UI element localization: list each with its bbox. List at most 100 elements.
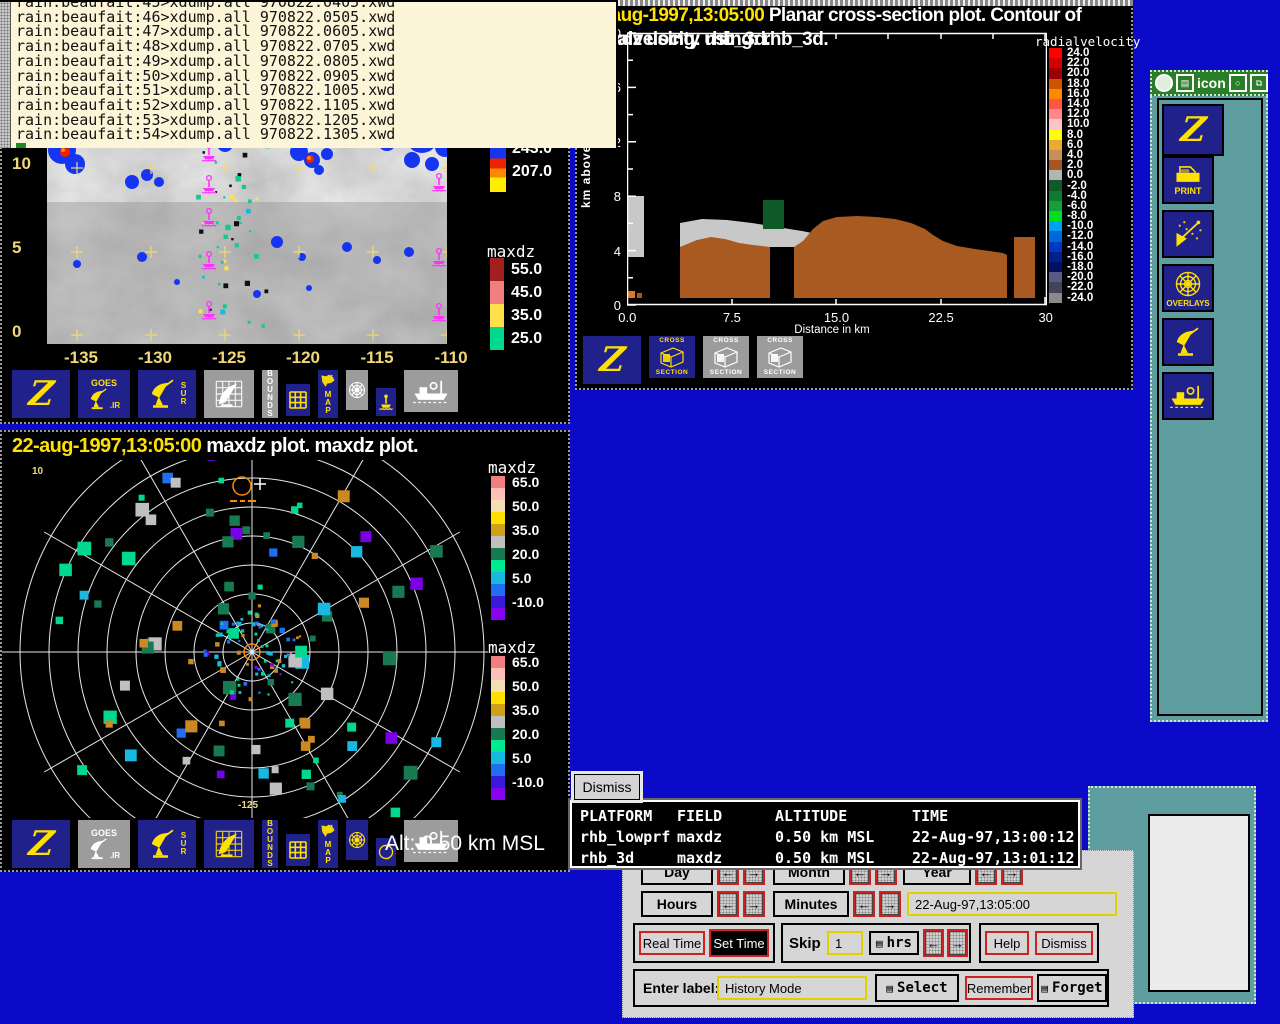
window-menu-button[interactable]: [1155, 74, 1173, 92]
xsec-toolbar: ZCROSSSECTIONCROSSSECTIONCROSSSECTION: [581, 334, 809, 386]
minutes-increment-button[interactable]: →: [879, 891, 901, 917]
grid-label: 10: [32, 466, 44, 477]
list-item: -120: [285, 348, 321, 367]
table-row: rhb_lowprf maxdz 0.50 km MSL 22-Aug-97,13:0…: [580, 828, 1075, 846]
grid-label: -125: [238, 800, 258, 811]
colorbar-entry: 25.0: [490, 327, 542, 350]
terminal-window[interactable]: rain:beaufait:45>xdump.all 970822.0405.x…: [0, 0, 618, 148]
colorbar-entry: 50.0: [491, 678, 544, 694]
grid-button[interactable]: [284, 382, 312, 418]
datetime-field[interactable]: 22-Aug-97,13:05:00: [907, 892, 1117, 916]
ir-toolbar: Z GOES .IR S U R B O U N D S M A P: [10, 368, 464, 420]
colorbar: 24.0 22.0 20.0 18.0 16.0 14.0 12.0 10.0 8.0 6.0 4.…: [1049, 47, 1093, 304]
colorbar-entry: 45.0: [490, 281, 542, 304]
hours-decrement-button[interactable]: ←: [717, 891, 739, 917]
bounds-button[interactable]: BOUNDS: [260, 368, 280, 420]
zebra-logo-button[interactable]: Z: [10, 818, 72, 870]
forget-menu[interactable]: ▤ Forget: [1037, 974, 1107, 1002]
select-menu[interactable]: ▤ Select: [875, 974, 959, 1002]
cross-section-button[interactable]: CROSSSECTION: [701, 334, 751, 380]
goes-ir-button[interactable]: GOES .IR: [76, 368, 132, 420]
skip-units-menu[interactable]: ▤ hrs: [869, 931, 919, 955]
colorbar-entry: 65.0: [491, 474, 544, 490]
rhi-scan-button[interactable]: [202, 368, 256, 420]
terminal-scrollbar[interactable]: [0, 2, 11, 148]
rhi-scan-button[interactable]: [202, 818, 256, 870]
hours-increment-button[interactable]: →: [743, 891, 765, 917]
overlays-button[interactable]: OVERLAYS: [1162, 264, 1214, 312]
colorbar-entry: 35.0: [491, 522, 544, 538]
window-border-strip: [575, 0, 1133, 6]
zebra-logo-button[interactable]: Z: [10, 368, 72, 420]
minutes-decrement-button[interactable]: ←: [853, 891, 875, 917]
map-button[interactable]: MAP: [316, 818, 340, 870]
ship-button[interactable]: [402, 368, 460, 414]
title-text: Planar cross-section plot. Contour of: [764, 5, 1082, 26]
altitude-label: Alt: 0.50 km MSL: [385, 832, 545, 855]
list-item: -135: [63, 348, 99, 367]
time-control-window: Day ← → Month ← → Year ← → Hours ← → Min…: [622, 850, 1134, 1018]
list-item: rain:beaufait:54>xdump.all 970822.1305.x…: [16, 125, 396, 144]
dismiss-button[interactable]: Dismiss: [1035, 931, 1093, 955]
ppi-radar-plot[interactable]: 10 -125: [2, 460, 488, 818]
icon-window-titlebar[interactable]: ▤ icon ○ ⧉: [1150, 70, 1268, 96]
grid-button[interactable]: [284, 832, 312, 868]
xsec-velocity-plot[interactable]: [627, 31, 1047, 307]
table-row: rhb_3d maxdz 0.50 km MSL 22-Aug-97,13:01:12: [580, 849, 1075, 867]
colorbar-lower: 65.0 50.0 35.0 20.0 5.0 -10.0: [491, 654, 544, 800]
real-time-button[interactable]: Real Time: [639, 931, 705, 955]
window-title: 22-aug-1997,13:05:00 Planar cross-sectio…: [585, 5, 1082, 27]
window-layers-button[interactable]: ⧉: [1249, 74, 1268, 92]
skip-value-field[interactable]: 1: [827, 931, 863, 955]
colorbar-entry: 20.0: [491, 726, 544, 742]
ship-button[interactable]: [1162, 372, 1214, 420]
colorbar-entry: 5.0: [491, 750, 544, 766]
list-item: 0.0: [618, 310, 637, 325]
help-button[interactable]: Help: [985, 931, 1029, 955]
map-button[interactable]: MAP: [316, 368, 340, 420]
enter-label-text: Enter label:: [643, 980, 720, 996]
surveillance-radar-button[interactable]: SUR: [136, 818, 198, 870]
timestamp: 22-aug-1997,13:05:00: [12, 435, 202, 457]
skip-back-button[interactable]: ←: [923, 929, 944, 957]
marker-label-dashes: [230, 500, 256, 502]
colorbar-entry: 35.0: [491, 702, 544, 718]
list-item: 207.0: [512, 163, 553, 181]
spray-wand-button[interactable]: [1162, 210, 1214, 258]
list-item: 8: [613, 189, 621, 205]
skip-forward-button[interactable]: →: [947, 929, 968, 957]
bounds-button[interactable]: BOUNDS: [260, 818, 280, 870]
set-time-button[interactable]: Set Time: [709, 929, 769, 957]
table-header: PLATFORM FIELD ALTITUDE TIME: [580, 807, 949, 825]
list-item: 4: [613, 243, 621, 259]
menu-icon: ▤: [1041, 981, 1049, 995]
x-axis-labels: 0.0 7.5 15.0 22.5 30: [575, 310, 1105, 325]
cross-section-button-active[interactable]: CROSSSECTION: [647, 334, 697, 380]
zebra-logo-button[interactable]: Z: [581, 334, 643, 386]
window-iconify-button[interactable]: ○: [1228, 74, 1247, 92]
title-text: maxdz plot. maxdz plot.: [201, 435, 418, 457]
zebra-logo-button[interactable]: Z: [1162, 104, 1224, 156]
azimuth-wheel-button[interactable]: [344, 818, 370, 862]
colorbar-upper: 65.0 50.0 35.0 20.0 5.0 -10.0: [491, 474, 544, 620]
radar-dish-button[interactable]: [1162, 318, 1214, 366]
menu-icon: ▤: [886, 981, 894, 995]
print-button[interactable]: PRINT: [1162, 156, 1214, 204]
remember-button[interactable]: Remember: [965, 976, 1033, 1000]
title-line2: radialvelocity using: rhb_3d.: [585, 29, 829, 50]
surveillance-radar-button[interactable]: SUR: [136, 368, 198, 420]
goes-ir-button[interactable]: GOES .IR: [76, 818, 132, 870]
minutes-button[interactable]: Minutes: [773, 891, 849, 917]
cross-section-button[interactable]: CROSSSECTION: [755, 334, 805, 380]
label-field[interactable]: History Mode: [717, 976, 867, 1000]
azimuth-wheel-button[interactable]: [344, 368, 370, 412]
list-item: -125: [211, 348, 247, 367]
dismiss-button[interactable]: Dismiss: [574, 774, 640, 800]
buoy-button[interactable]: [374, 386, 398, 418]
list-item: 22.5: [928, 310, 954, 325]
terminal-output: rain:beaufait:45>xdump.all 970822.0405.x…: [16, 2, 396, 144]
terminal-cursor: [16, 143, 26, 148]
hours-button[interactable]: Hours: [641, 891, 713, 917]
window-doc-button[interactable]: ▤: [1176, 74, 1194, 92]
list-item: -130: [137, 348, 173, 367]
